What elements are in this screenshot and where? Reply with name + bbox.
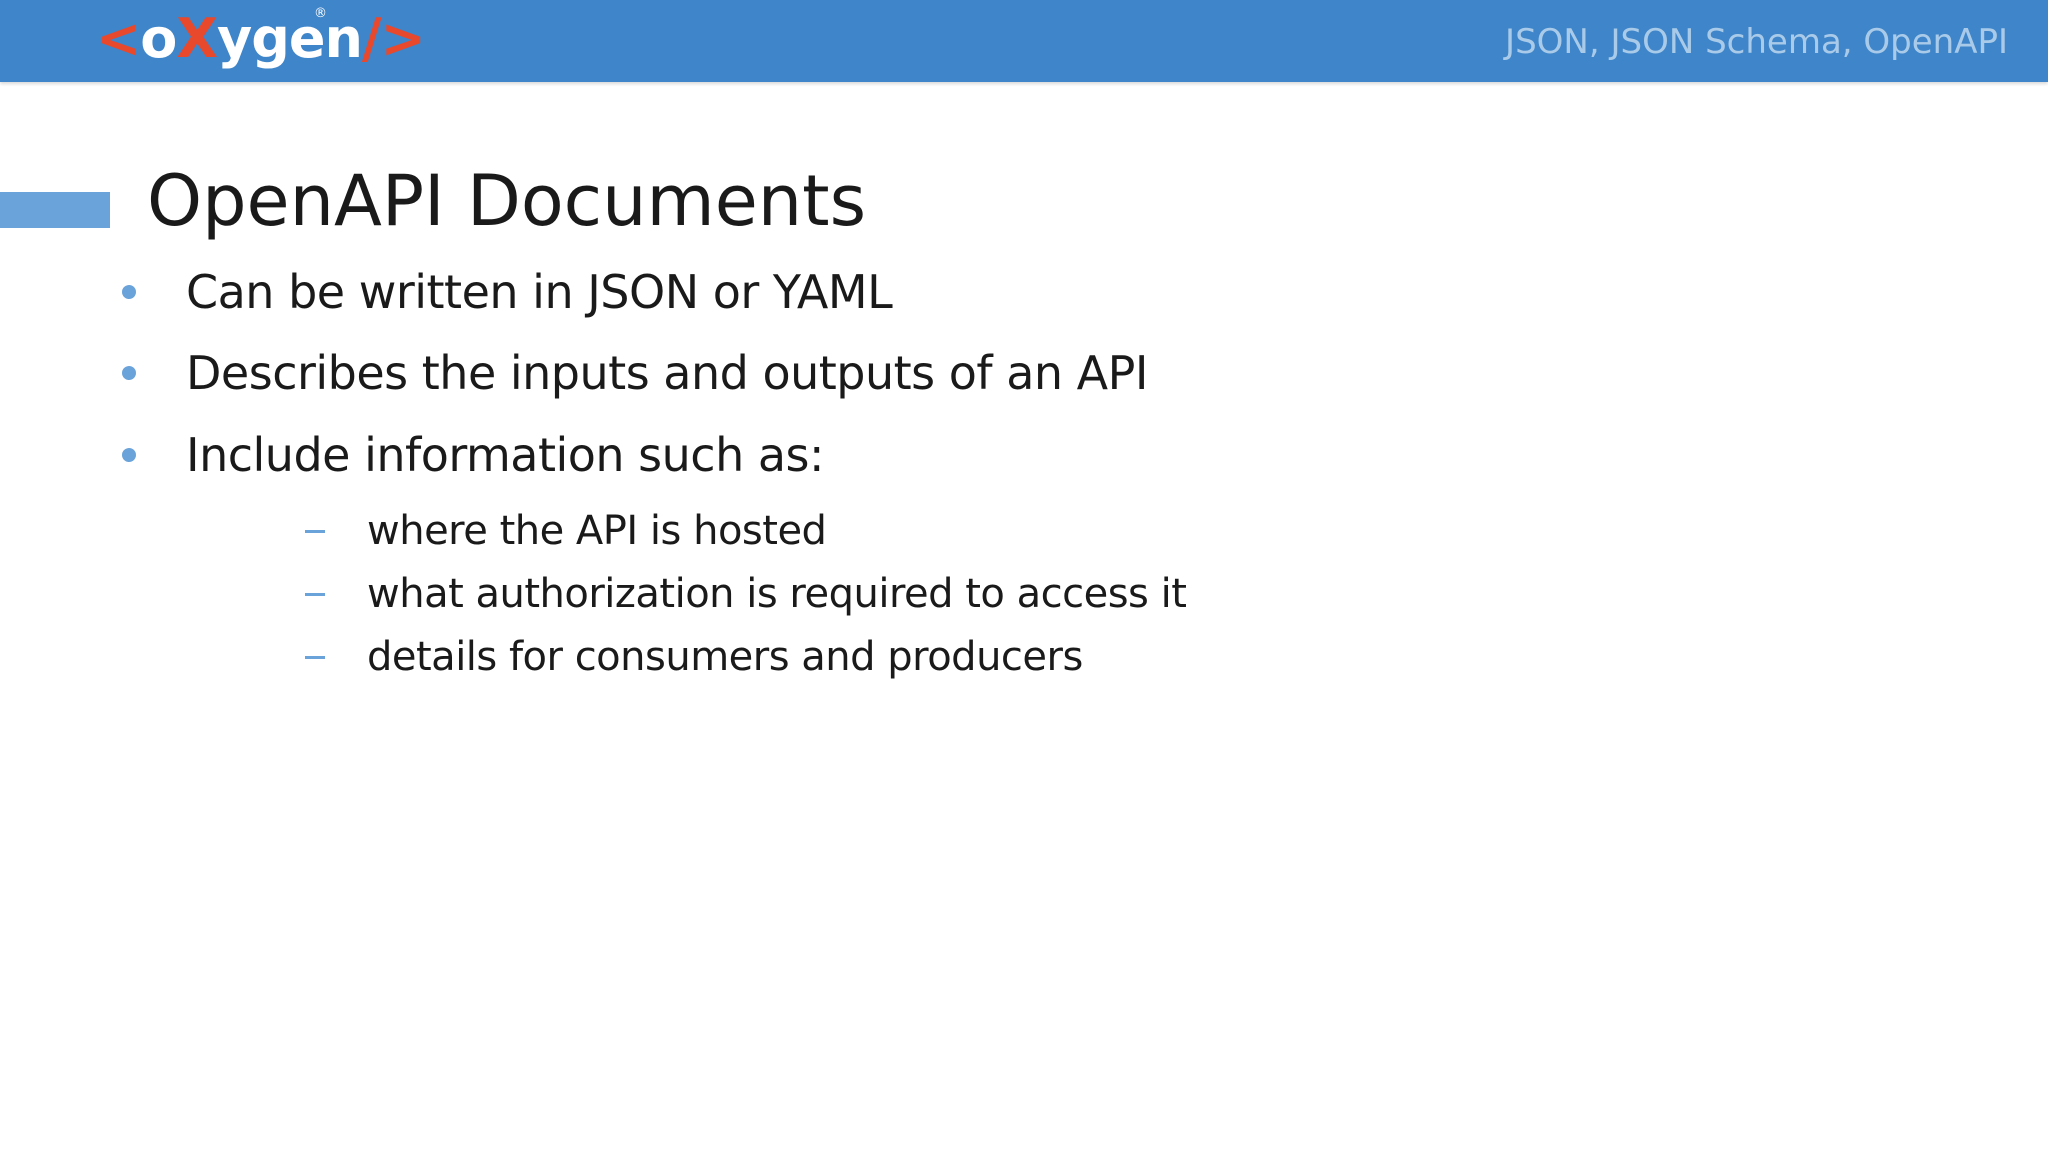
logo-part2: ygen <box>217 7 363 70</box>
title-accent-bar <box>0 192 110 228</box>
sub-bullet-item: what authorization is required to access… <box>305 571 1187 617</box>
bullet-dot-icon <box>122 366 136 380</box>
sub-bullet-item: details for consumers and producers <box>305 634 1083 680</box>
bullet-item: Include information such as: <box>122 428 825 482</box>
sub-bullet-text: where the API is hosted <box>367 508 827 554</box>
logo-x: X <box>176 7 218 70</box>
bullet-text: Can be written in JSON or YAML <box>186 265 893 319</box>
bullet-text: Include information such as: <box>186 428 825 482</box>
logo-open-bracket: < <box>96 7 141 70</box>
logo-part1: o <box>140 7 177 70</box>
sub-bullet-text: what authorization is required to access… <box>367 571 1187 617</box>
bullet-item: Can be written in JSON or YAML <box>122 265 893 319</box>
bullet-text: Describes the inputs and outputs of an A… <box>186 346 1148 400</box>
dash-icon <box>305 655 325 659</box>
sub-bullet-item: where the API is hosted <box>305 508 827 554</box>
sub-bullet-text: details for consumers and producers <box>367 634 1083 680</box>
dash-icon <box>305 529 325 533</box>
bullet-dot-icon <box>122 448 136 462</box>
registered-mark: ® <box>314 6 327 21</box>
slide-title: OpenAPI Documents <box>147 160 867 242</box>
bullet-item: Describes the inputs and outputs of an A… <box>122 346 1148 400</box>
bullet-dot-icon <box>122 285 136 299</box>
oxygen-logo: < o X ygen /> <box>96 4 426 74</box>
slide: < o X ygen /> ® JSON, JSON Schema, OpenA… <box>0 0 2048 1152</box>
header-bar: < o X ygen /> ® JSON, JSON Schema, OpenA… <box>0 0 2048 82</box>
dash-icon <box>305 592 325 596</box>
header-subtitle: JSON, JSON Schema, OpenAPI <box>1505 22 2008 62</box>
logo-close-bracket: /> <box>361 7 426 70</box>
